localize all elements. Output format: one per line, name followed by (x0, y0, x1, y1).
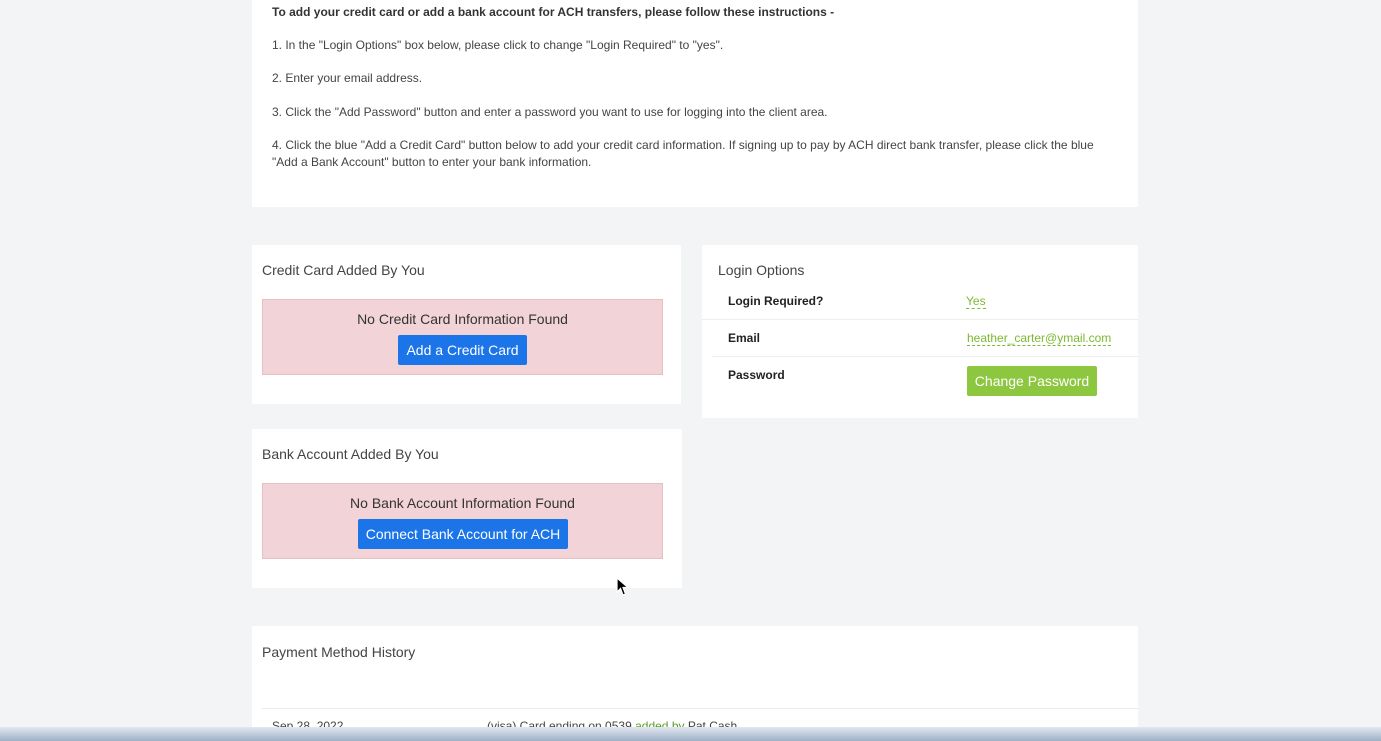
payment-history-panel: Payment Method History Sep 28, 2022 (vis… (252, 626, 1138, 741)
login-required-value[interactable]: Yes (966, 294, 986, 309)
login-options-panel: Login Options Login Required? Yes Email … (702, 245, 1138, 418)
credit-card-title: Credit Card Added By You (262, 262, 425, 278)
password-row: Password Change Password (712, 356, 1138, 407)
credit-card-empty-alert: No Credit Card Information Found Add a C… (262, 299, 663, 375)
instruction-step-1: 1. In the "Login Options" box below, ple… (272, 38, 724, 52)
payment-history-title: Payment Method History (262, 644, 416, 660)
bank-account-empty-message: No Bank Account Information Found (350, 495, 575, 511)
email-label: Email (728, 331, 761, 345)
instruction-step-3: 3. Click the "Add Password" button and e… (272, 105, 828, 119)
credit-card-empty-message: No Credit Card Information Found (357, 311, 568, 327)
login-options-title: Login Options (718, 262, 805, 278)
email-row: Email heather_carter@ymail.com (702, 319, 1138, 356)
email-value[interactable]: heather_carter@ymail.com (967, 331, 1112, 346)
login-required-label: Login Required? (728, 294, 824, 308)
password-label: Password (728, 368, 785, 382)
instruction-step-4: 4. Click the blue "Add a Credit Card" bu… (272, 138, 1094, 169)
mouse-cursor-icon (616, 577, 630, 596)
bank-account-empty-alert: No Bank Account Information Found Connec… (262, 483, 663, 559)
credit-card-panel: Credit Card Added By You No Credit Card … (252, 245, 681, 404)
login-required-row: Login Required? Yes (712, 283, 1138, 319)
bank-account-panel: Bank Account Added By You No Bank Accoun… (252, 429, 682, 588)
instruction-step-2: 2. Enter your email address. (272, 71, 423, 85)
instructions-panel: To add your credit card or add a bank ac… (252, 0, 1138, 207)
change-password-button[interactable]: Change Password (967, 366, 1097, 396)
connect-bank-account-button[interactable]: Connect Bank Account for ACH (358, 519, 568, 549)
add-credit-card-button[interactable]: Add a Credit Card (398, 335, 527, 365)
bank-account-title: Bank Account Added By You (262, 446, 439, 462)
instructions-heading: To add your credit card or add a bank ac… (272, 5, 835, 19)
bottom-edge-bar (0, 727, 1381, 741)
